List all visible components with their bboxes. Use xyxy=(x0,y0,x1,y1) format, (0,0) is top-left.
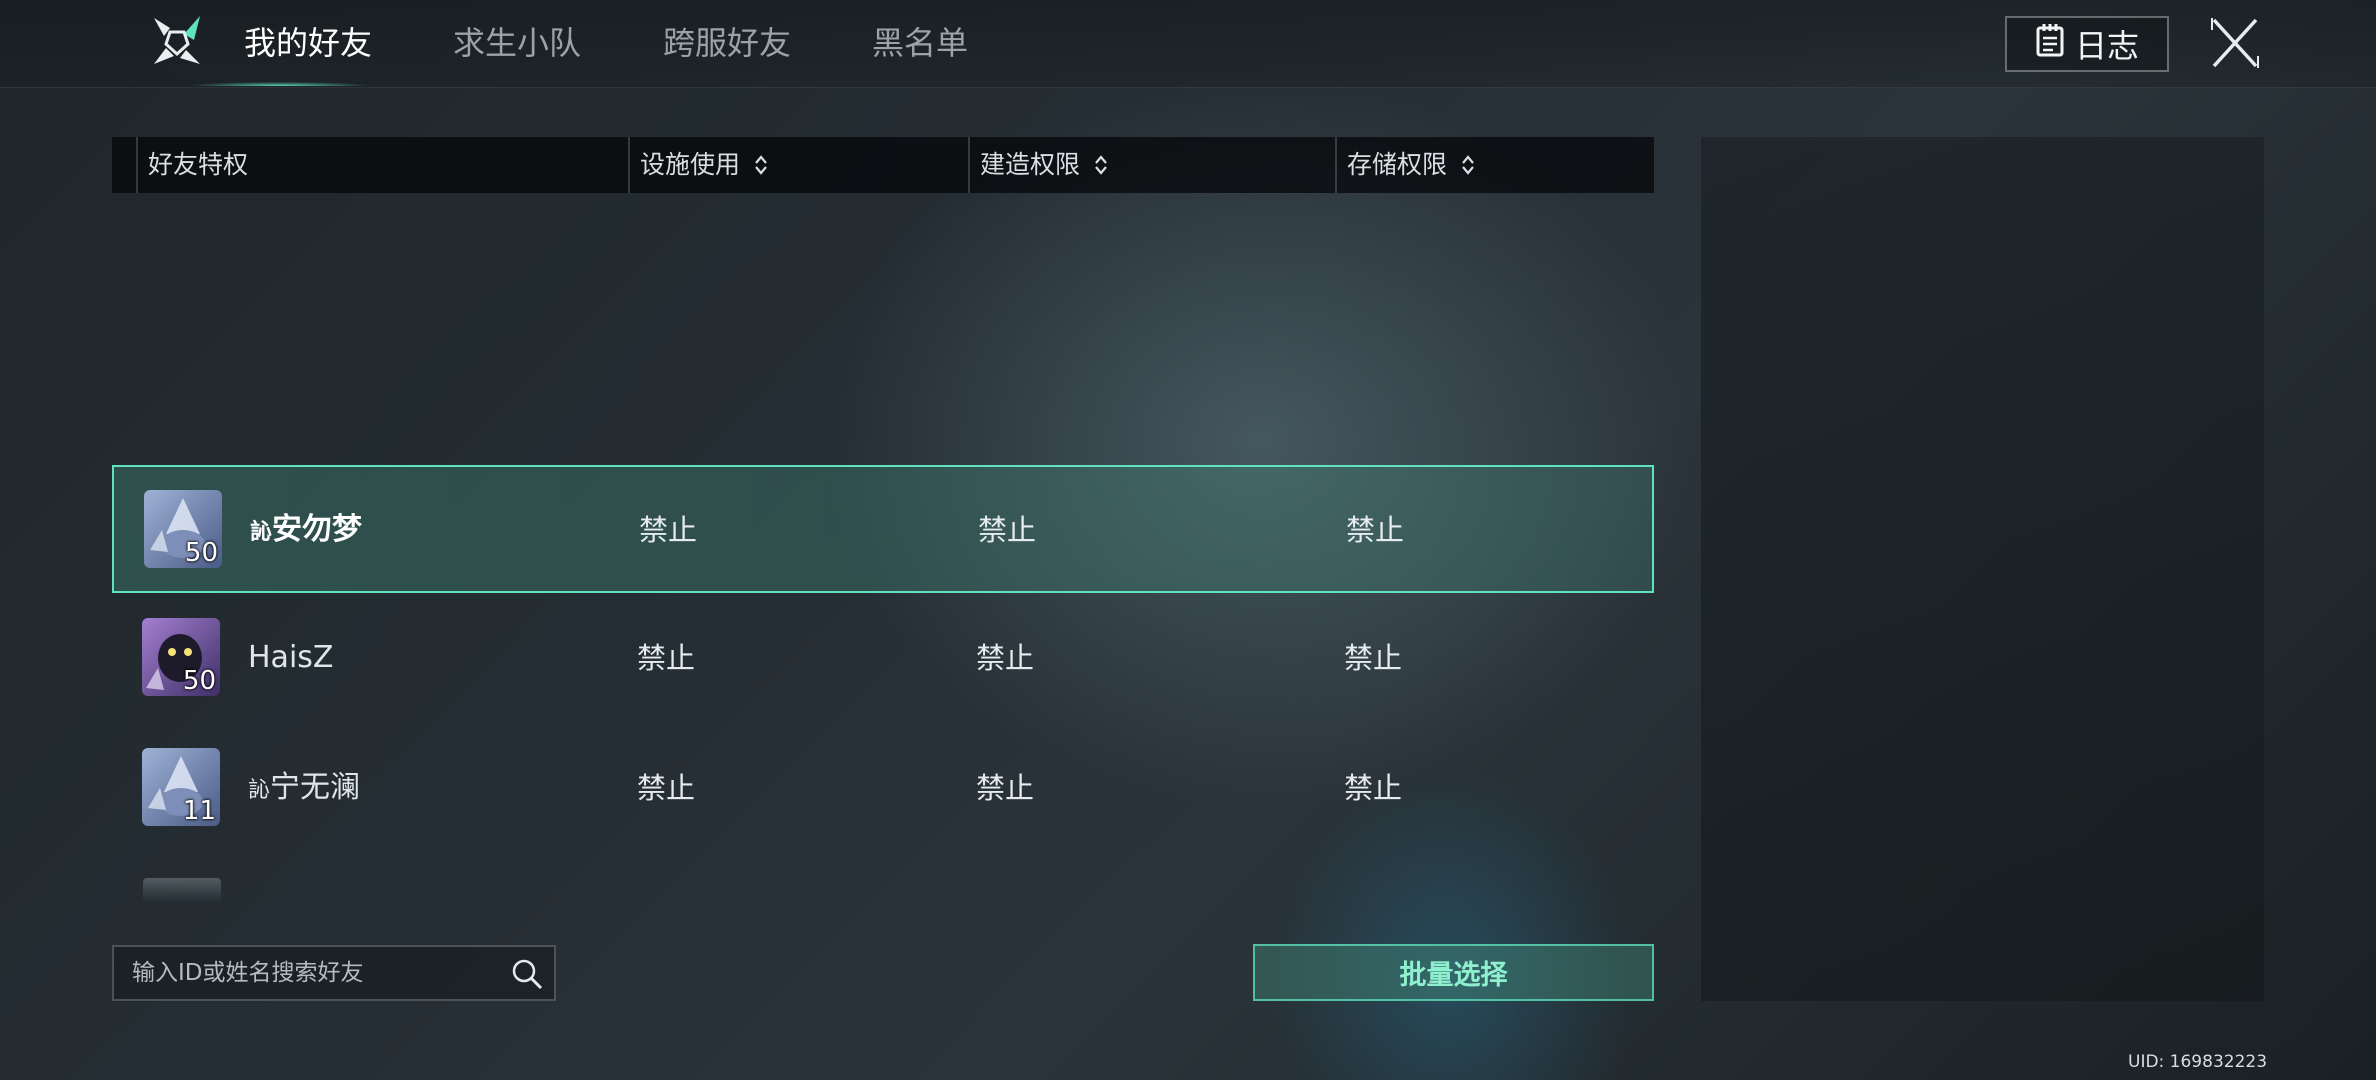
log-button[interactable]: 日志 xyxy=(2005,16,2169,72)
header-build-permission[interactable]: 建造权限 xyxy=(968,137,1108,193)
friend-name-text: HaisZ xyxy=(248,640,334,675)
tab-survival-squad[interactable]: 求生小队 xyxy=(453,20,581,66)
friend-name: 訫安勿梦 xyxy=(250,507,362,553)
active-tab-indicator xyxy=(150,80,410,86)
game-logo-icon xyxy=(150,14,204,68)
close-icon[interactable] xyxy=(2210,16,2260,70)
name-prefix: 訫 xyxy=(248,778,271,803)
header-label: 好友特权 xyxy=(148,150,249,179)
avatar: 50 xyxy=(144,490,222,568)
sort-icon xyxy=(1462,155,1474,175)
table-row[interactable]: 11 訫宁无澜 禁止 禁止 禁止 xyxy=(112,725,1654,853)
level-badge: 50 xyxy=(184,538,218,568)
avatar: 11 xyxy=(142,748,220,826)
table-row[interactable]: 50 訫安勿梦 禁止 禁止 禁止 xyxy=(112,465,1654,593)
header-label: 存储权限 xyxy=(1347,150,1448,179)
build-permission-value: 禁止 xyxy=(978,513,1037,547)
table-row[interactable]: 50 HaisZ 禁止 禁止 禁止 xyxy=(112,595,1654,723)
search-icon[interactable] xyxy=(510,957,544,991)
storage-permission-value: 禁止 xyxy=(1344,771,1403,805)
name-prefix: 訫 xyxy=(250,520,273,545)
header-label: 建造权限 xyxy=(980,150,1081,179)
header-facility-usage[interactable]: 设施使用 xyxy=(628,137,768,193)
level-badge: 50 xyxy=(182,666,216,696)
table-header: 好友特权 设施使用 建造权限 存储权限 xyxy=(112,137,1654,193)
sort-icon xyxy=(755,155,767,175)
search-input[interactable] xyxy=(114,947,494,999)
header-friend-privilege: 好友特权 xyxy=(136,137,248,193)
avatar xyxy=(143,878,221,902)
build-permission-value: 禁止 xyxy=(976,641,1035,675)
header-storage-permission[interactable]: 存储权限 xyxy=(1335,137,1475,193)
log-button-label: 日志 xyxy=(2074,27,2139,65)
facility-usage-value: 禁止 xyxy=(637,641,696,675)
level-badge: 11 xyxy=(182,796,216,826)
header-label: 设施使用 xyxy=(640,150,741,179)
friend-name-text: 宁无澜 xyxy=(270,770,361,805)
facility-usage-value: 禁止 xyxy=(639,513,698,547)
friend-name: 訫宁无澜 xyxy=(248,765,360,811)
uid-label: UID: 169832223 xyxy=(2128,1052,2268,1072)
top-bar: 我的好友 求生小队 跨服好友 黑名单 日志 xyxy=(0,0,2376,88)
avatar: 50 xyxy=(142,618,220,696)
sort-icon xyxy=(1095,155,1107,175)
tab-cross-server-friends[interactable]: 跨服好友 xyxy=(663,20,791,66)
facility-usage-value: 禁止 xyxy=(637,771,696,805)
tab-my-friends[interactable]: 我的好友 xyxy=(244,20,372,66)
storage-permission-value: 禁止 xyxy=(1346,513,1405,547)
notepad-icon xyxy=(2035,23,2065,65)
storage-permission-value: 禁止 xyxy=(1344,641,1403,675)
friend-detail-panel xyxy=(1701,137,2264,1001)
batch-select-button[interactable]: 批量选择 xyxy=(1253,944,1654,1001)
tab-blacklist[interactable]: 黑名单 xyxy=(872,20,968,66)
friend-name-text: 安勿梦 xyxy=(272,512,363,547)
search-box xyxy=(112,945,556,1001)
friend-name: HaisZ xyxy=(248,635,333,681)
build-permission-value: 禁止 xyxy=(976,771,1035,805)
